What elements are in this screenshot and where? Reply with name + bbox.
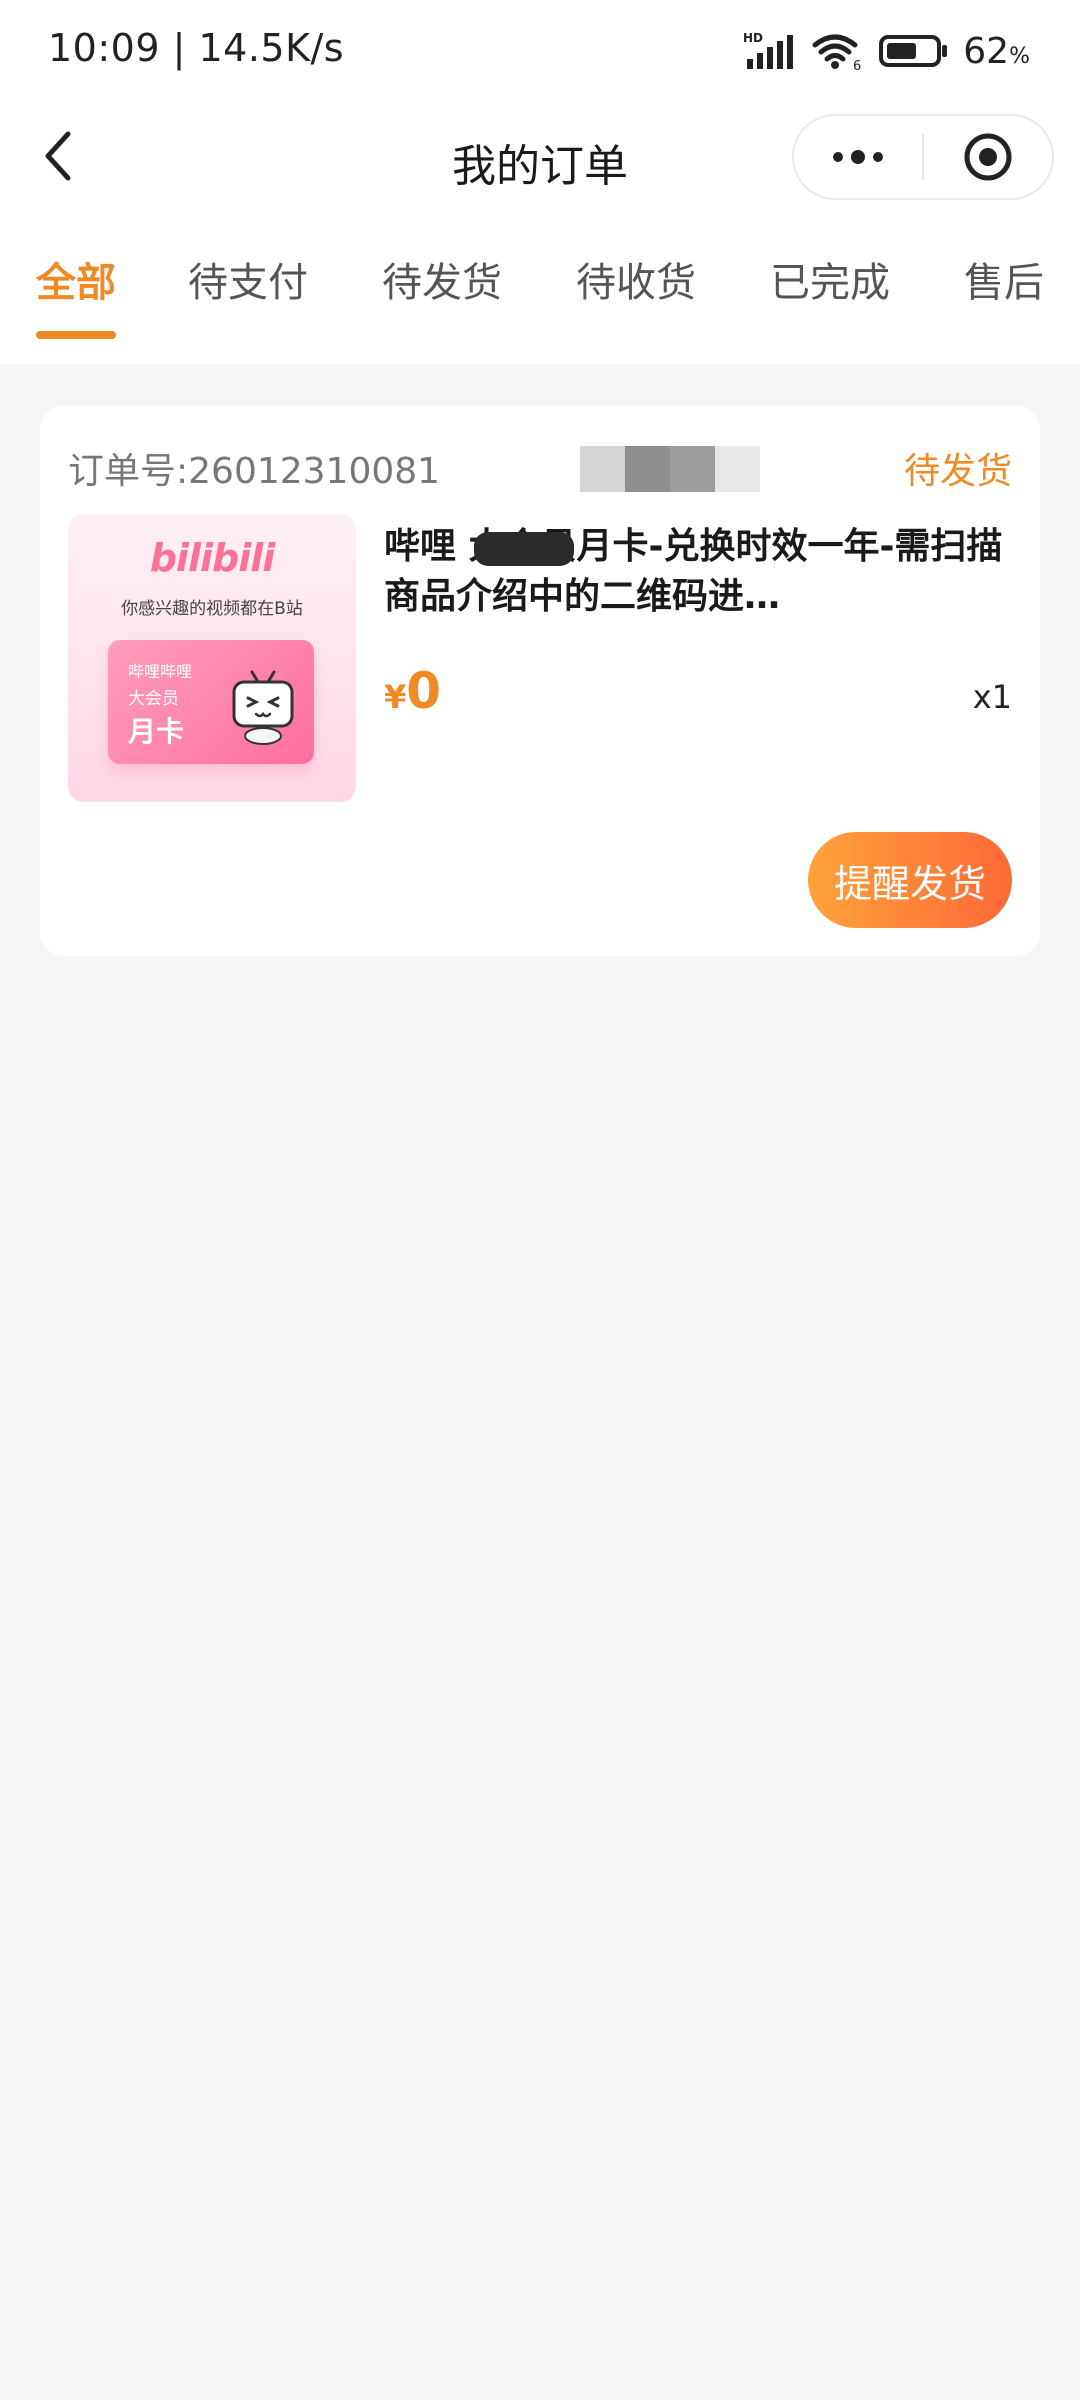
back-button[interactable]: [30, 124, 90, 188]
tab-pending-receipt[interactable]: 待收货: [576, 250, 696, 350]
mini-program-capsule: [792, 114, 1054, 200]
signal-icon: HD: [743, 31, 794, 69]
tab-pending-payment[interactable]: 待支付: [188, 250, 308, 350]
tab-after-sales[interactable]: 售后: [964, 250, 1044, 350]
battery-icon: [879, 35, 948, 67]
more-button[interactable]: [794, 115, 922, 199]
battery-percent-unit: %: [1009, 43, 1030, 69]
order-status-tabs: 全部 待支付 待发货 待收货 已完成 售后: [0, 216, 1080, 364]
membership-card-graphic: 哔哩哔哩 大会员 月卡: [108, 640, 314, 764]
product-price: ¥0: [384, 662, 441, 720]
price-value: 0: [406, 662, 442, 720]
tab-completed[interactable]: 已完成: [770, 250, 890, 350]
product-image-tagline: 你感兴趣的视频都在B站: [121, 599, 303, 619]
bilibili-tv-mascot-icon: [232, 670, 294, 745]
battery-percent-value: 62: [963, 30, 1010, 72]
status-icons: HD 6 62%: [743, 28, 1030, 74]
order-number: 订单号:26012310081: [68, 451, 441, 492]
order-card[interactable]: 订单号:26012310081 待发货 bilibili 你感兴趣的视频都在B站…: [40, 406, 1040, 956]
status-time: 10:09 | 14.5K/s: [48, 26, 345, 70]
card-line-3: 月卡: [128, 715, 185, 748]
product-title-redaction: [474, 532, 574, 566]
more-dots-icon: [833, 150, 883, 164]
close-button[interactable]: [924, 115, 1052, 199]
card-line-2: 大会员: [128, 689, 179, 709]
product-image[interactable]: bilibili 你感兴趣的视频都在B站 哔哩哔哩 大会员 月卡: [68, 514, 356, 802]
back-chevron-icon: [45, 131, 71, 181]
active-tab-indicator: [36, 331, 116, 339]
order-status-badge: 待发货: [903, 451, 1012, 492]
price-currency-symbol: ¥: [384, 678, 407, 716]
remind-shipment-button[interactable]: 提醒发货: [808, 832, 1012, 928]
nav-bar: 我的订单: [0, 100, 1080, 216]
product-quantity: x1: [972, 678, 1012, 716]
status-bar: 10:09 | 14.5K/s HD 6 62%: [0, 0, 1080, 100]
tab-pending-shipment[interactable]: 待发货: [382, 250, 502, 350]
wifi-label: 6: [853, 59, 861, 71]
wifi-icon: 6: [812, 34, 862, 71]
target-close-icon: [964, 133, 1012, 181]
network-label: HD: [743, 31, 763, 45]
order-number-redaction: [580, 446, 760, 492]
card-line-1: 哔哩哔哩: [128, 662, 193, 681]
bilibili-logo: bilibili: [149, 536, 276, 580]
battery-percent: 62%: [963, 31, 1030, 72]
